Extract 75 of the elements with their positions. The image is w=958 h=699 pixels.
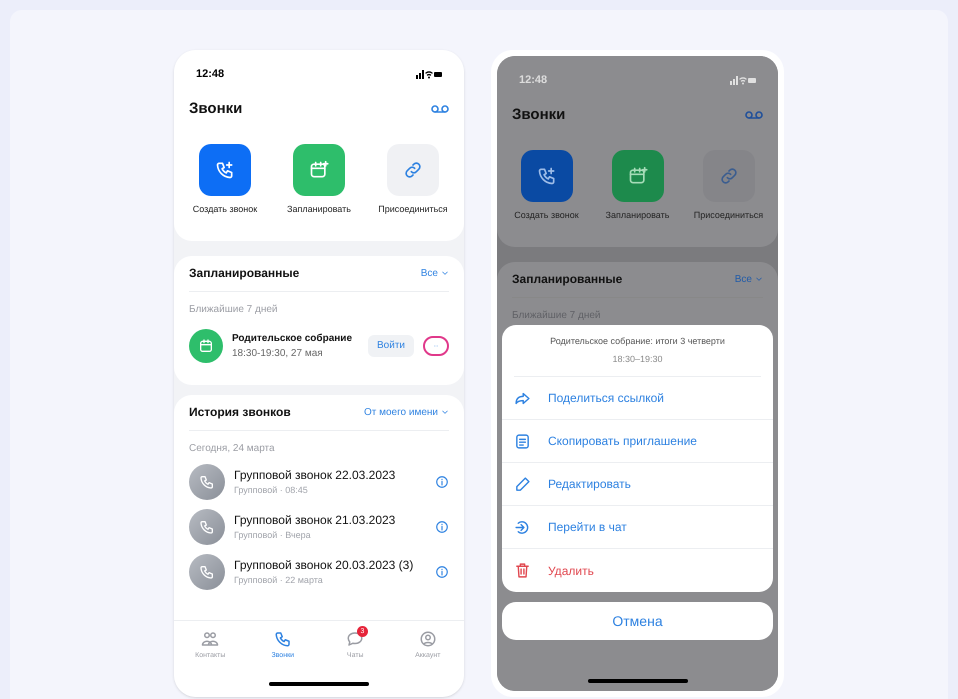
info-icon <box>435 520 449 534</box>
event-time: 18:30-19:30, 27 мая <box>232 346 324 360</box>
link-icon <box>718 166 738 186</box>
status-icons <box>416 69 442 79</box>
sheet-title: Родительское собрание: итоги 3 четверти <box>550 334 725 348</box>
document-icon <box>514 432 531 450</box>
chevron-down-icon <box>755 275 763 283</box>
cancel-button[interactable]: Отмена <box>502 602 773 640</box>
chevron-down-icon <box>441 269 449 277</box>
menu-item[interactable]: Поделиться ссылкой <box>502 377 773 420</box>
info-button[interactable] <box>435 565 449 579</box>
action-label: Создать звонок <box>514 209 579 222</box>
call-title: Групповой звонок 21.03.2023 <box>234 512 396 530</box>
calendar-plus-icon <box>628 166 648 186</box>
action-button[interactable] <box>199 144 251 196</box>
action-label: Запланировать <box>287 203 351 216</box>
voicemail-button[interactable] <box>745 110 763 120</box>
link-icon <box>403 160 423 180</box>
pencil-icon <box>514 476 531 492</box>
menu-item[interactable]: Редактировать <box>502 463 773 506</box>
calendar-icon <box>198 338 214 354</box>
section-title: История звонков <box>189 404 291 421</box>
action-button[interactable] <box>293 144 345 196</box>
chevron-down-icon <box>441 408 449 416</box>
screen-title: Звонки <box>512 104 566 125</box>
voicemail-button[interactable] <box>431 104 449 114</box>
phone-plus-icon <box>215 160 235 180</box>
info-button[interactable] <box>435 475 449 489</box>
filter-dropdown[interactable]: Все <box>420 266 449 280</box>
phone-icon <box>199 519 215 535</box>
call-title: Групповой звонок 22.03.2023 <box>234 467 396 484</box>
chat-bubble-icon <box>346 630 364 648</box>
action-label: Создать звонок <box>192 203 258 216</box>
more-button[interactable] <box>423 336 449 356</box>
section-subtitle: Ближайшие 7 дней <box>188 302 279 316</box>
call-title: Групповой звонок 20.03.2023 (3) <box>234 557 414 574</box>
filter-dropdown[interactable]: Все <box>734 272 763 286</box>
date-label: Сегодня, 24 марта <box>188 442 276 456</box>
action-button[interactable] <box>520 150 572 202</box>
info-icon <box>435 475 449 489</box>
call-meta: Групповой · 22 марта <box>234 574 324 588</box>
section-title: Запланированные <box>189 265 300 282</box>
status-icons <box>730 75 756 85</box>
phone-icon <box>199 564 215 580</box>
section-title: Запланированные <box>512 271 622 288</box>
call-meta: Групповой · Вчера <box>234 529 312 542</box>
info-button[interactable] <box>435 520 449 534</box>
call-meta: Групповой · 08:45 <box>234 484 309 498</box>
trash-icon <box>514 562 531 579</box>
action-label: Запланировать <box>606 209 670 222</box>
calendar-plus-icon <box>309 160 329 180</box>
filter-dropdown[interactable]: От моего имени <box>364 404 449 420</box>
person-circle-icon <box>418 630 437 648</box>
enter-arrow-icon <box>514 518 531 536</box>
event-title: Родительское собрание <box>232 332 353 346</box>
menu-item[interactable]: Перейти в чат <box>502 506 773 549</box>
status-time: 12:48 <box>519 72 548 88</box>
action-label: Присоединиться <box>694 209 764 222</box>
phone-icon <box>199 474 215 490</box>
screen-title: Звонки <box>189 98 242 119</box>
join-button[interactable]: Войти <box>368 334 414 356</box>
info-icon <box>435 565 449 579</box>
action-label: Присоединиться <box>378 203 448 216</box>
action-button[interactable] <box>387 144 439 196</box>
status-time: 12:48 <box>196 66 224 82</box>
voicemail-icon <box>431 104 449 114</box>
menu-item[interactable]: Удалить <box>502 549 773 592</box>
menu-item[interactable]: Скопировать приглашение <box>502 420 773 463</box>
voicemail-icon <box>745 110 763 120</box>
sheet-time: 18:30–19:30 <box>612 353 663 366</box>
phone-icon <box>274 630 292 648</box>
people-icon <box>201 630 220 648</box>
phone-plus-icon <box>536 166 556 186</box>
action-button[interactable] <box>702 150 754 202</box>
action-button[interactable] <box>612 150 664 202</box>
